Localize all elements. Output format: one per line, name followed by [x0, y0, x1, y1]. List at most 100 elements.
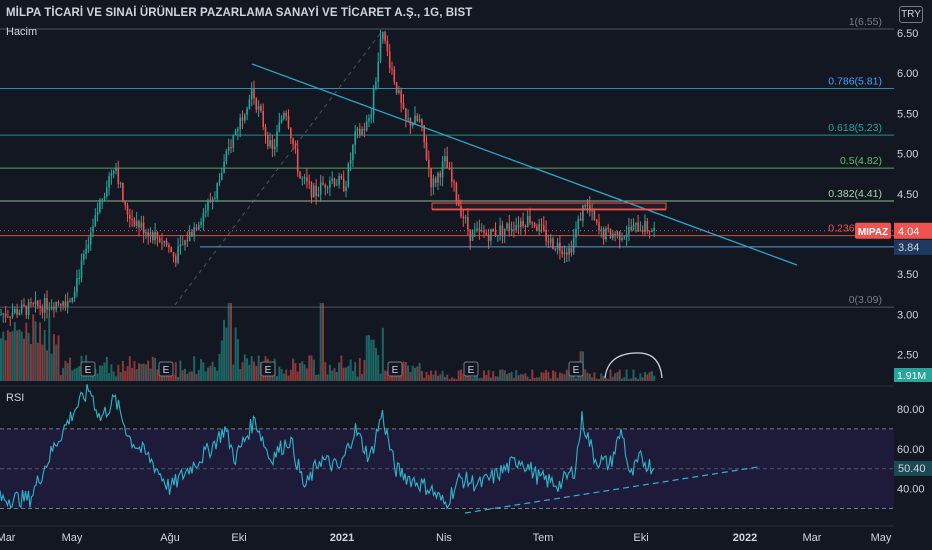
volume-bar: [287, 375, 290, 381]
volume-bar: [379, 373, 382, 381]
candle-body: [200, 221, 202, 225]
volume-bar: [64, 360, 67, 381]
volume-bar: [623, 377, 626, 381]
volume-bar: [326, 374, 329, 381]
earnings-marker-label: E: [392, 365, 399, 376]
candle-body: [16, 308, 18, 315]
candle-body: [623, 236, 626, 239]
candle-body: [487, 234, 490, 242]
candle-body: [290, 127, 292, 139]
candle-body: [99, 199, 101, 212]
volume-bar: [634, 377, 637, 381]
volume-bar: [108, 373, 111, 381]
volume-bar: [453, 378, 456, 381]
candle-body: [625, 234, 628, 237]
candle-body: [41, 307, 44, 313]
candle-body: [428, 159, 430, 169]
candle-body: [110, 173, 113, 177]
volume-bar: [575, 378, 577, 381]
volume-bar: [374, 347, 377, 381]
candle-body: [129, 214, 131, 219]
candle-body: [310, 182, 313, 198]
volume-bar: [407, 365, 410, 381]
volume-bar: [227, 303, 230, 381]
chart-area[interactable]: 1(6.55) 0.786(5.81) 0.618(5.23) 0.5(4.82) 0.…: [0, 0, 932, 550]
volume-bar: [43, 330, 46, 381]
candle-body: [11, 312, 14, 318]
level-label: 3.84: [898, 242, 919, 254]
volume-bar: [561, 373, 564, 381]
candle-body: [313, 185, 315, 198]
candle-body: [540, 223, 543, 226]
volume-bar: [140, 364, 143, 381]
candle-body: [464, 217, 467, 219]
candle-body: [234, 130, 237, 136]
volume-bar: [358, 358, 361, 381]
candle-body: [333, 178, 336, 186]
currency-button[interactable]: TRY: [899, 6, 923, 23]
candle-body: [62, 301, 64, 306]
volume-bar: [4, 340, 7, 381]
volume-bar: [519, 374, 522, 381]
candle-body: [108, 176, 110, 188]
rsi-indicator-label[interactable]: RSI: [6, 392, 24, 404]
candle-body: [432, 178, 435, 188]
volume-bar: [324, 362, 327, 381]
volume-bar: [98, 365, 101, 381]
volume-bar: [538, 377, 541, 381]
fib-level-label: 0.786(5.81): [828, 75, 882, 87]
volume-bar: [156, 369, 159, 381]
volume-bar: [345, 367, 347, 381]
volume-bar: [278, 366, 281, 381]
volume-bar: [236, 339, 239, 381]
candle-body: [480, 230, 483, 232]
candle-body: [48, 308, 51, 310]
candle-body: [531, 222, 534, 224]
volume-bar: [545, 369, 548, 381]
candle-body: [66, 301, 69, 307]
volume-bar: [193, 356, 196, 381]
candle-body: [152, 232, 154, 241]
candle-body: [260, 105, 262, 112]
candle-body: [175, 256, 177, 263]
candle-body: [7, 316, 9, 318]
volume-bar: [460, 369, 462, 381]
volume-bar: [469, 376, 472, 381]
price-chart[interactable]: 1(6.55) 0.786(5.81) 0.618(5.23) 0.5(4.82) 0.…: [0, 0, 932, 550]
volume-bar: [614, 373, 617, 381]
time-tick-label: Eki: [231, 532, 246, 544]
volume-bar: [303, 364, 306, 381]
candle-body: [198, 224, 200, 230]
candle-body: [324, 184, 327, 188]
candle-body: [545, 229, 547, 242]
volume-bar: [310, 355, 313, 381]
volume-bar: [648, 372, 651, 381]
candle-body: [513, 229, 515, 231]
volume-bar: [554, 371, 557, 381]
volume-bar: [119, 372, 122, 381]
volume-bar: [365, 335, 368, 381]
candle-body: [529, 215, 531, 223]
candle-body: [338, 176, 340, 185]
volume-bar: [46, 350, 48, 381]
volume-bar: [23, 338, 25, 381]
volume-bar: [508, 372, 511, 381]
volume-bar: [101, 365, 104, 381]
candle-body: [469, 229, 471, 241]
candle-body: [80, 260, 83, 278]
candle-body: [648, 231, 651, 233]
volume-bar: [556, 377, 559, 381]
volume-bar: [441, 370, 444, 381]
volume-bar: [535, 377, 538, 381]
candle-body: [359, 128, 361, 135]
volume-bar: [202, 362, 205, 381]
candle-body: [179, 244, 182, 247]
volume-indicator-label[interactable]: Hacim: [6, 26, 37, 38]
volume-bar: [184, 368, 186, 381]
candle-body: [126, 205, 129, 215]
candle-body: [308, 181, 310, 183]
candle-body: [244, 114, 246, 121]
volume-bar: [632, 369, 635, 381]
candle-body: [441, 161, 444, 178]
volume-bar: [69, 357, 71, 381]
